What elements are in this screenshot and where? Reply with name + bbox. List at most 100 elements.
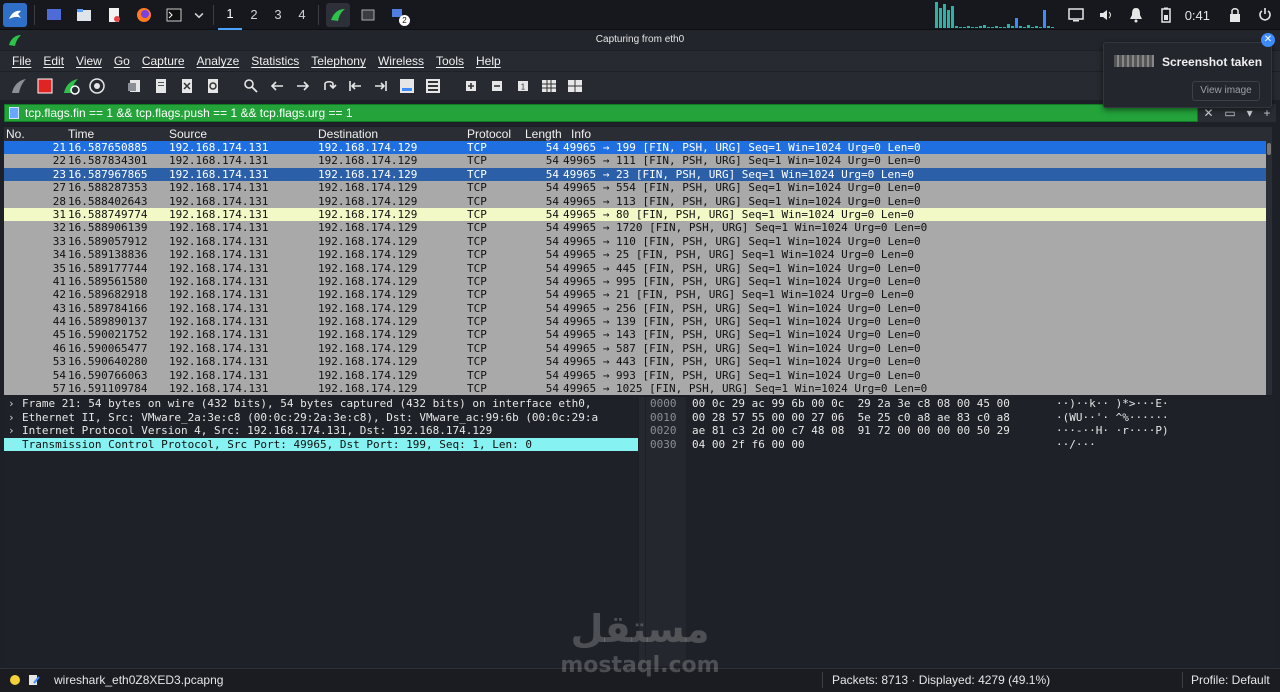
filter-bookmark-icon[interactable] bbox=[9, 107, 19, 119]
packet-row[interactable]: 41 16.589561580 192.168.174.131 192.168.174… bbox=[4, 275, 1272, 288]
apply-filter-icon[interactable]: ▭ bbox=[1224, 106, 1235, 120]
menu-view[interactable]: View bbox=[70, 54, 108, 68]
expand-arrow-icon[interactable]: › bbox=[8, 438, 22, 452]
packet-row[interactable]: 34 16.589138836 192.168.174.131 192.168.174… bbox=[4, 248, 1272, 261]
terminal-icon[interactable] bbox=[162, 3, 186, 27]
expand-arrow-icon[interactable]: › bbox=[8, 424, 22, 438]
filter-dropdown-icon[interactable]: ▾ bbox=[1247, 106, 1253, 120]
task-with-badge-icon[interactable]: 2 bbox=[386, 3, 410, 27]
workspace-4[interactable]: 4 bbox=[290, 0, 314, 30]
power-icon[interactable] bbox=[1253, 3, 1277, 27]
colorize-icon[interactable] bbox=[422, 75, 444, 97]
detail-tree-item[interactable]: › Ethernet II, Src: VMware_2a:3e:c8 (00:0… bbox=[4, 411, 638, 425]
display-icon[interactable] bbox=[1064, 3, 1088, 27]
packet-row[interactable]: 23 16.587967865 192.168.174.131 192.168.174… bbox=[4, 167, 1272, 182]
column-source[interactable]: Source bbox=[169, 127, 318, 141]
menu-edit[interactable]: Edit bbox=[37, 54, 70, 68]
packet-row[interactable]: 32 16.588906139 192.168.174.131 192.168.174… bbox=[4, 221, 1272, 234]
expert-info-icon[interactable] bbox=[10, 675, 20, 685]
menu-tools[interactable]: Tools bbox=[430, 54, 470, 68]
column-length[interactable]: Length bbox=[525, 127, 571, 141]
firefox-icon[interactable] bbox=[132, 3, 156, 27]
notification-bell-icon[interactable] bbox=[1124, 3, 1148, 27]
bytes-row[interactable]: 0010 00 28 57 55 00 00 27 06 5e 25 c0 a8 … bbox=[646, 411, 1276, 425]
file-manager-icon[interactable] bbox=[72, 3, 96, 27]
bytes-row[interactable]: 0020 ae 81 c3 2d 00 c7 48 08 91 72 00 00 … bbox=[646, 424, 1276, 438]
expand-arrow-icon[interactable]: › bbox=[8, 397, 22, 411]
go-first-icon[interactable] bbox=[344, 75, 366, 97]
menu-statistics[interactable]: Statistics bbox=[245, 54, 305, 68]
window-titlebar[interactable]: Capturing from eth0 bbox=[0, 30, 1280, 50]
add-filter-button[interactable]: + bbox=[1264, 106, 1271, 120]
wireshark-task-icon[interactable] bbox=[326, 2, 350, 27]
go-forward-icon[interactable] bbox=[292, 75, 314, 97]
close-file-icon[interactable] bbox=[176, 75, 198, 97]
view-image-button[interactable]: View image bbox=[1192, 81, 1260, 101]
column-protocol[interactable]: Protocol bbox=[467, 127, 525, 141]
menu-analyze[interactable]: Analyze bbox=[191, 54, 246, 68]
column-no[interactable]: No. bbox=[4, 127, 68, 141]
zoom-out-icon[interactable] bbox=[486, 75, 508, 97]
menu-go[interactable]: Go bbox=[108, 54, 136, 68]
pane-splitter[interactable] bbox=[639, 397, 645, 666]
capture-comment-icon[interactable] bbox=[28, 674, 40, 686]
column-info[interactable]: Info bbox=[571, 127, 1272, 141]
menu-telephony[interactable]: Telephony bbox=[305, 54, 372, 68]
detail-tree-item[interactable]: › Transmission Control Protocol, Src Port… bbox=[4, 437, 638, 452]
detail-tree-item[interactable]: › Internet Protocol Version 4, Src: 192.1… bbox=[4, 424, 638, 438]
capture-options-icon[interactable] bbox=[86, 75, 108, 97]
volume-icon[interactable] bbox=[1094, 3, 1118, 27]
menu-help[interactable]: Help bbox=[470, 54, 507, 68]
packet-row[interactable]: 46 16.590065477 192.168.174.131 192.168.174… bbox=[4, 342, 1272, 355]
packet-row[interactable]: 45 16.590021752 192.168.174.131 192.168.174… bbox=[4, 328, 1272, 341]
expand-arrow-icon[interactable]: › bbox=[8, 411, 22, 425]
packet-row[interactable]: 53 16.590640280 192.168.174.131 192.168.174… bbox=[4, 355, 1272, 368]
battery-icon[interactable] bbox=[1154, 3, 1178, 27]
packet-row[interactable]: 35 16.589177744 192.168.174.131 192.168.174… bbox=[4, 262, 1272, 275]
desktop-icon[interactable] bbox=[42, 3, 66, 27]
go-last-icon[interactable] bbox=[370, 75, 392, 97]
workspace-3[interactable]: 3 bbox=[266, 0, 290, 30]
packet-row[interactable]: 27 16.588287353 192.168.174.131 192.168.174… bbox=[4, 181, 1272, 194]
restart-capture-icon[interactable] bbox=[60, 75, 82, 97]
display-filter-input[interactable]: tcp.flags.fin == 1 && tcp.flags.push == … bbox=[4, 104, 1198, 122]
go-back-icon[interactable] bbox=[266, 75, 288, 97]
kali-menu-icon[interactable] bbox=[3, 2, 27, 27]
open-file-icon[interactable] bbox=[124, 75, 146, 97]
clock[interactable]: 0:41 bbox=[1185, 8, 1210, 23]
packet-row[interactable]: 33 16.589057912 192.168.174.131 192.168.174… bbox=[4, 235, 1272, 248]
detail-tree-item[interactable]: › Frame 21: 54 bytes on wire (432 bits), … bbox=[4, 397, 638, 411]
lock-icon[interactable] bbox=[1223, 3, 1247, 27]
go-to-packet-icon[interactable] bbox=[318, 75, 340, 97]
packet-row[interactable]: 31 16.588749774 192.168.174.131 192.168.174… bbox=[4, 207, 1272, 222]
profile-label[interactable]: Profile: Default bbox=[1191, 673, 1270, 687]
packet-row[interactable]: 44 16.589890137 192.168.174.131 192.168.174… bbox=[4, 315, 1272, 328]
clear-filter-icon[interactable]: ✕ bbox=[1203, 106, 1213, 120]
text-editor-icon[interactable] bbox=[102, 3, 126, 27]
column-time[interactable]: Time bbox=[68, 127, 169, 141]
menu-file[interactable]: File bbox=[6, 54, 37, 68]
bytes-row[interactable]: 0000 00 0c 29 ac 99 6b 00 0c 29 2a 3e c8 … bbox=[646, 397, 1276, 411]
packet-row[interactable]: 57 16.591109784 192.168.174.131 192.168.174… bbox=[4, 382, 1272, 395]
start-capture-icon[interactable] bbox=[8, 75, 30, 97]
packet-row[interactable]: 42 16.589682918 192.168.174.131 192.168.174… bbox=[4, 288, 1272, 301]
zoom-in-icon[interactable] bbox=[460, 75, 482, 97]
workspace-2[interactable]: 2 bbox=[242, 0, 266, 30]
close-icon[interactable]: ✕ bbox=[1261, 33, 1275, 47]
layout-icon[interactable] bbox=[564, 75, 586, 97]
bytes-row[interactable]: 0030 04 00 2f f6 00 00 ··/··· bbox=[646, 438, 1276, 452]
find-packet-icon[interactable] bbox=[240, 75, 262, 97]
window-task-icon[interactable] bbox=[356, 3, 380, 27]
packet-row[interactable]: 22 16.587834301 192.168.174.131 192.168.174… bbox=[4, 154, 1272, 167]
packet-row[interactable]: 43 16.589784166 192.168.174.131 192.168.174… bbox=[4, 302, 1272, 315]
workspace-1[interactable]: 1 bbox=[218, 0, 242, 30]
packet-list-scrollbar[interactable] bbox=[1266, 141, 1272, 395]
packet-row[interactable]: 21 16.587650885 192.168.174.131 192.168.174… bbox=[4, 141, 1272, 155]
column-destination[interactable]: Destination bbox=[318, 127, 467, 141]
chevron-down-icon[interactable] bbox=[192, 3, 206, 27]
stop-capture-icon[interactable] bbox=[34, 75, 56, 97]
menu-capture[interactable]: Capture bbox=[136, 54, 191, 68]
save-file-icon[interactable] bbox=[150, 75, 172, 97]
menu-wireless[interactable]: Wireless bbox=[372, 54, 430, 68]
auto-scroll-icon[interactable] bbox=[396, 75, 418, 97]
